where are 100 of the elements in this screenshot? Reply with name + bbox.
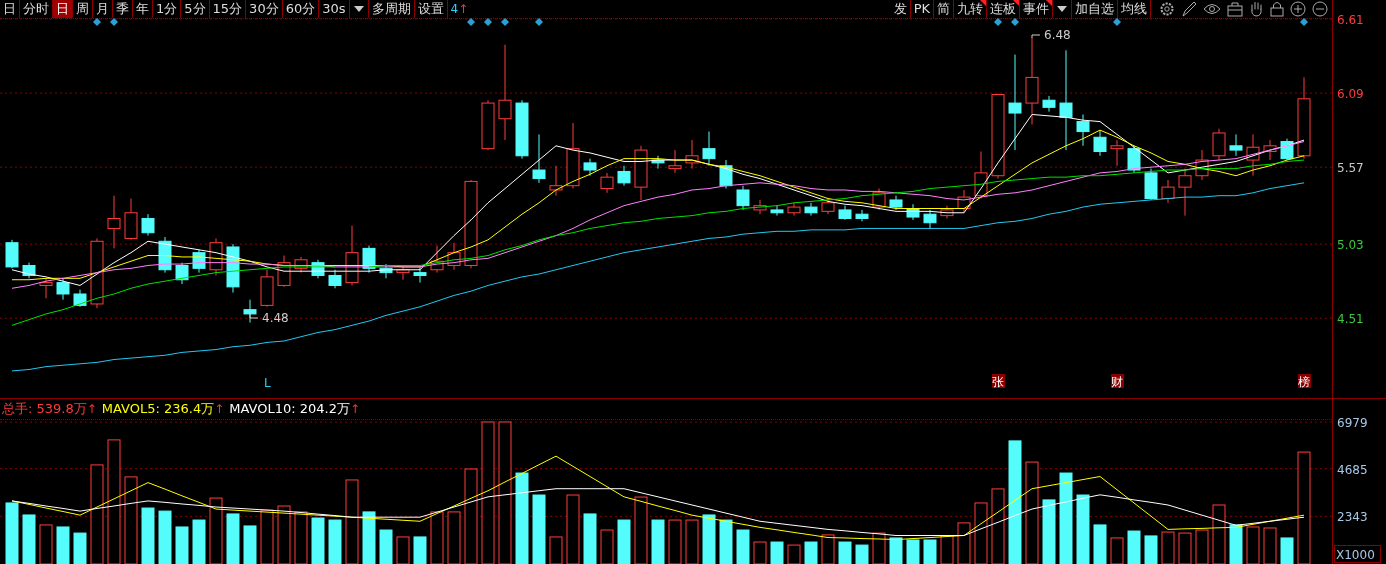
- diamond-icon: [110, 18, 118, 26]
- period-tab[interactable]: 周: [73, 0, 93, 18]
- candlestick: [515, 99, 529, 160]
- volume-bar: [838, 541, 852, 564]
- volume-bar: [22, 514, 36, 564]
- low-price-label: 4.48: [262, 311, 289, 325]
- axis-label: 6.61: [1337, 13, 1364, 27]
- candlestick: [22, 262, 36, 279]
- candlestick: [1246, 133, 1260, 177]
- candlestick: [1195, 149, 1209, 181]
- volume-bar: [1144, 535, 1158, 564]
- volume-bar: [192, 519, 206, 564]
- candlestick: [787, 202, 801, 217]
- arrow-label: ↑: [86, 402, 97, 416]
- candlestick: [260, 269, 274, 308]
- volume-bar: [1229, 524, 1243, 564]
- volume-bar: [1280, 537, 1294, 564]
- candlestick: [685, 139, 699, 170]
- toolbar-button[interactable]: 均线: [1118, 0, 1151, 18]
- toolbar-button[interactable]: 连板: [987, 0, 1020, 18]
- period-tab[interactable]: 年: [133, 0, 153, 18]
- candlestick: [107, 195, 121, 249]
- pen-icon[interactable]: [1181, 1, 1197, 17]
- volume-bar: [5, 502, 19, 564]
- candlestick: [804, 202, 818, 217]
- volume-bar: [362, 511, 376, 564]
- signal-tag: 张: [992, 374, 1005, 389]
- period-tab[interactable]: 30分: [246, 0, 283, 18]
- volume-bar: [906, 539, 920, 564]
- candlestick: [974, 151, 988, 200]
- candlestick: [957, 189, 971, 214]
- candlestick: [736, 185, 750, 211]
- candlestick: [379, 263, 393, 279]
- volume-bar: [770, 541, 784, 564]
- lock-icon[interactable]: [1270, 1, 1284, 17]
- volume-bar: [243, 525, 257, 564]
- toolbar-button[interactable]: 事件: [1020, 0, 1053, 18]
- candlestick: [1144, 168, 1158, 201]
- candlestick: [770, 205, 784, 217]
- candlestick: [906, 203, 920, 221]
- candlestick: [634, 145, 648, 201]
- volume-bar: [855, 544, 869, 564]
- candlestick: [124, 198, 138, 241]
- candlestick: [192, 249, 206, 274]
- volume-bar: [379, 529, 393, 564]
- volume-bar: [311, 517, 325, 564]
- candlestick: [549, 165, 563, 197]
- candlestick: [1093, 129, 1107, 157]
- period-tab[interactable]: 月: [93, 0, 113, 18]
- candlestick: [430, 245, 444, 274]
- caret-icon: [353, 6, 364, 12]
- volume-bar: [923, 539, 937, 564]
- period-tab[interactable]: 分时: [20, 0, 53, 18]
- candlestick: [600, 172, 614, 194]
- candlestick: [1042, 95, 1056, 113]
- candlestick: [753, 199, 767, 215]
- candlestick: [872, 188, 886, 211]
- diamond-icon: [501, 18, 509, 26]
- arrow-label: ↑: [214, 402, 225, 416]
- settings-icon[interactable]: [1159, 1, 1175, 17]
- arrow-label: ↑: [350, 402, 361, 416]
- eye-icon[interactable]: [1203, 3, 1221, 15]
- candlestick: [719, 159, 733, 190]
- candlestick: [311, 259, 325, 279]
- hand-icon[interactable]: [1249, 1, 1264, 17]
- toolbox-icon[interactable]: [1227, 1, 1243, 17]
- candlestick: [73, 289, 87, 308]
- legend-value: 总手: 539.8万: [2, 400, 87, 418]
- volume-bar: [226, 513, 240, 564]
- candlestick: [396, 265, 410, 281]
- toolbar-button[interactable]: 加自选: [1072, 0, 1118, 18]
- candlestick: [566, 122, 580, 190]
- volume-bar: [1093, 524, 1107, 564]
- signal-letter: L: [264, 376, 271, 390]
- signal-tag: 榜: [1298, 374, 1311, 389]
- volume-bar: [158, 510, 172, 564]
- diamond-icon: [535, 18, 543, 26]
- zoom-in-icon[interactable]: [1290, 1, 1306, 17]
- toolbar-button[interactable]: 简: [934, 0, 954, 18]
- toolbar-button[interactable]: 九转: [954, 0, 987, 18]
- candlestick: [175, 262, 189, 285]
- diamond-icon: [484, 18, 492, 26]
- volume-bar: [532, 494, 546, 564]
- candlestick: [1110, 139, 1124, 167]
- candlestick: [345, 225, 359, 286]
- diamond-icon: [1113, 18, 1121, 26]
- period-tab[interactable]: 季: [113, 0, 133, 18]
- high-price-marker: [1031, 34, 1041, 39]
- zoom-out-icon[interactable]: [1312, 1, 1328, 17]
- candlestick: [889, 195, 903, 211]
- candlestick: [413, 266, 427, 284]
- volume-bar: [889, 537, 903, 564]
- candlestick: [940, 205, 954, 219]
- candlestick: [1178, 168, 1192, 217]
- candlestick: [1076, 113, 1090, 147]
- axis-label: 2343: [1337, 510, 1368, 525]
- candlestick: [668, 149, 682, 174]
- period-tab[interactable]: 日: [53, 0, 73, 18]
- axis-label: 5.57: [1337, 161, 1364, 176]
- candlestick: [1212, 128, 1226, 161]
